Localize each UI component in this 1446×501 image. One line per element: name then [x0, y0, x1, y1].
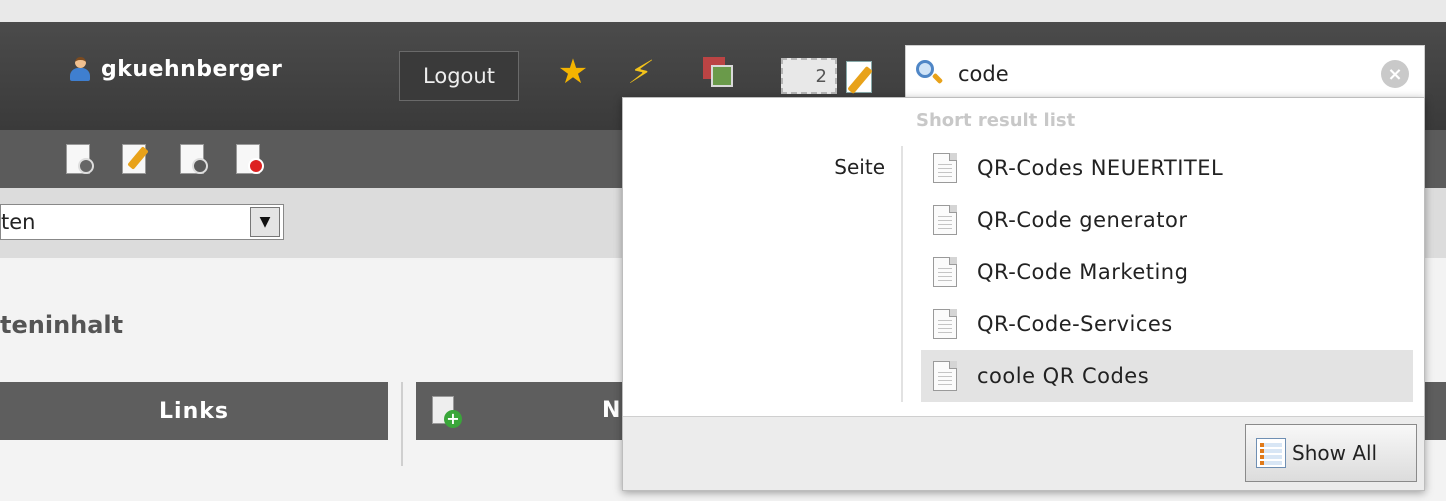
page-icon	[933, 361, 957, 391]
show-all-label: Show All	[1292, 441, 1378, 465]
top-strip	[0, 0, 1446, 22]
result-item[interactable]: QR-Code Marketing	[921, 246, 1413, 298]
column-divider	[401, 382, 403, 466]
results-footer: Show All	[623, 416, 1424, 490]
page-icon	[933, 205, 957, 235]
search-icon	[916, 60, 944, 86]
add-content-icon[interactable]: +	[430, 394, 462, 428]
chevron-down-icon[interactable]: ▼	[250, 207, 280, 237]
result-item-label: QR-Code-Services	[977, 312, 1173, 336]
section-title: teninhalt	[0, 311, 124, 339]
history-page-icon[interactable]	[232, 142, 266, 176]
column-header-right-label: N	[602, 398, 621, 423]
user-icon	[67, 56, 93, 82]
result-item-label: coole QR Codes	[977, 364, 1150, 388]
flash-icon[interactable]: ⚡	[620, 53, 661, 91]
results-heading: Short result list	[916, 110, 1076, 131]
result-item[interactable]: QR-Codes NEUERTITEL	[921, 142, 1413, 194]
edit-document-icon[interactable]	[844, 57, 880, 95]
search-input[interactable]	[958, 56, 1358, 92]
star-icon[interactable]: ★	[556, 55, 590, 89]
results-category: Seite	[834, 155, 885, 179]
backend-window: gkuehnberger Logout ★ ⚡ 2 × ten ▼ t	[0, 0, 1446, 501]
edit-page-icon[interactable]	[118, 142, 152, 176]
search-results-dropdown: Short result list Seite QR-Codes NEUERTI…	[622, 97, 1425, 491]
logout-button[interactable]: Logout	[399, 51, 519, 101]
result-item[interactable]: QR-Code-Services	[921, 298, 1413, 350]
clear-search-icon[interactable]: ×	[1381, 60, 1409, 88]
view-page-icon[interactable]	[62, 142, 96, 176]
result-item-label: QR-Code generator	[977, 208, 1188, 232]
username: gkuehnberger	[101, 56, 283, 82]
stack-icon[interactable]	[701, 55, 735, 89]
view-select[interactable]: ten	[0, 204, 284, 240]
search-box: ×	[905, 45, 1425, 102]
results-list: QR-Codes NEUERTITEL QR-Code generator QR…	[921, 142, 1413, 402]
move-page-icon[interactable]	[176, 142, 210, 176]
counter-badge[interactable]: 2	[781, 58, 837, 94]
list-icon	[1256, 438, 1286, 468]
column-header-left: Links	[0, 382, 388, 440]
user-menu[interactable]: gkuehnberger	[67, 56, 282, 82]
page-icon	[933, 153, 957, 183]
result-item-active[interactable]: coole QR Codes	[921, 350, 1413, 402]
page-icon	[933, 257, 957, 287]
page-icon	[933, 309, 957, 339]
result-item-label: QR-Code Marketing	[977, 260, 1189, 284]
show-all-button[interactable]: Show All	[1245, 424, 1417, 482]
result-item[interactable]: QR-Code generator	[921, 194, 1413, 246]
result-item-label: QR-Codes NEUERTITEL	[977, 156, 1224, 180]
results-separator	[901, 146, 903, 402]
view-select-value: ten	[1, 210, 36, 234]
